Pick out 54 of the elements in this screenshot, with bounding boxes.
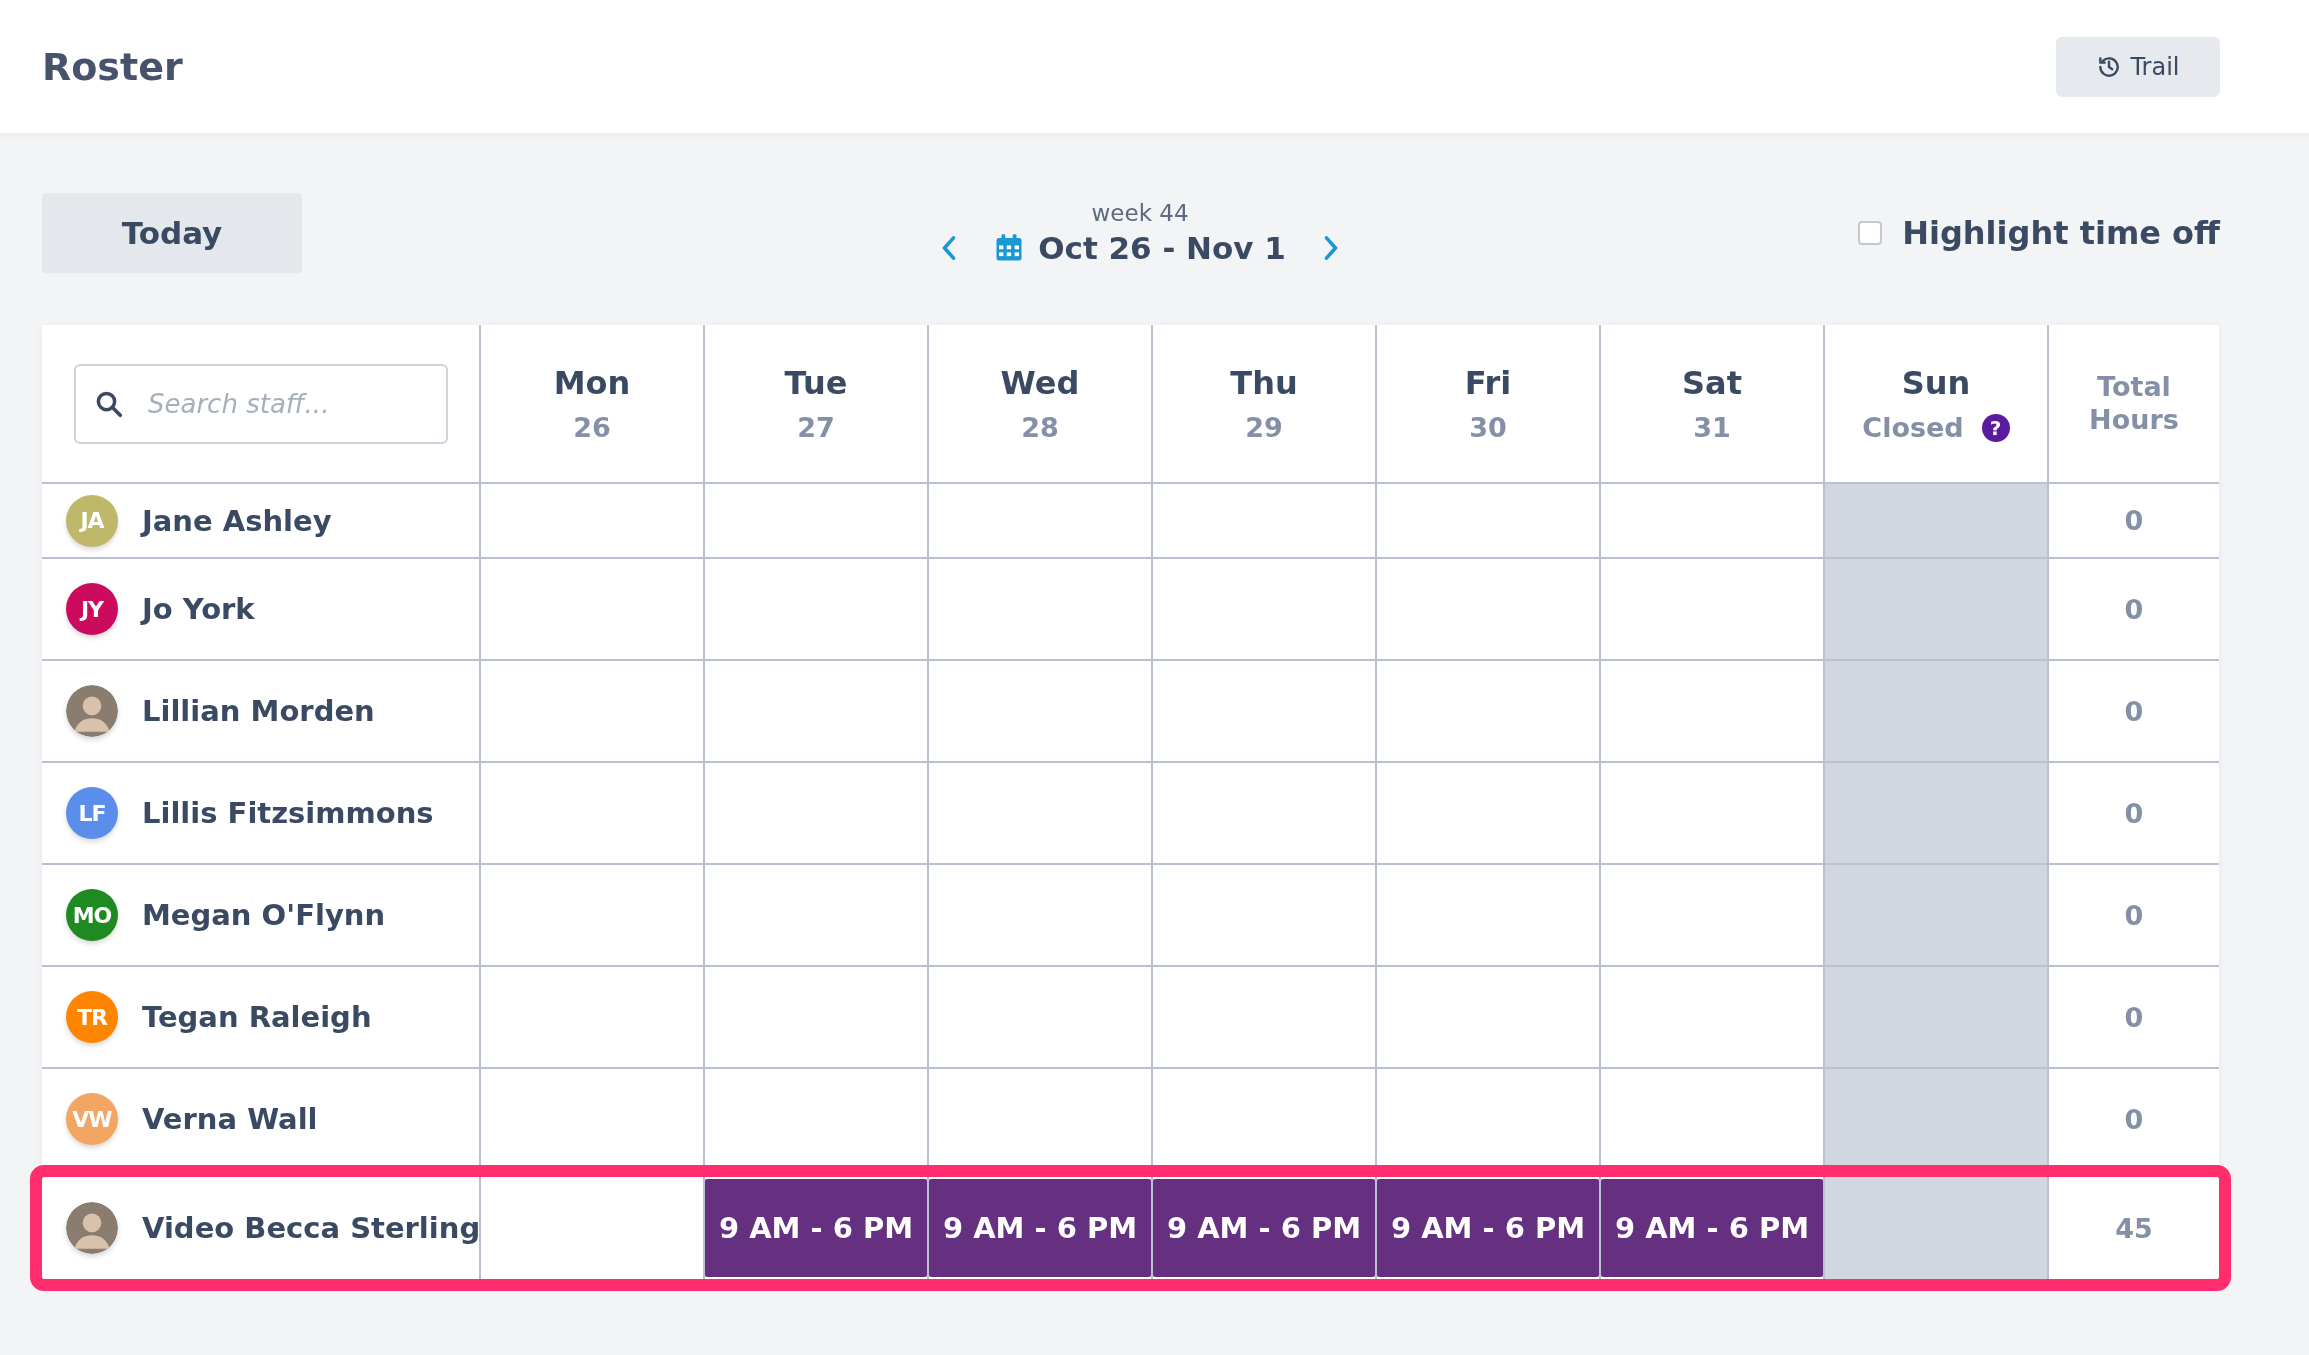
shift-block[interactable]: 9 AM - 6 PM (1601, 1179, 1823, 1277)
avatar: JY (66, 583, 118, 635)
day-name: Thu (1230, 364, 1298, 402)
shift-block[interactable]: 9 AM - 6 PM (1153, 1179, 1375, 1277)
avatar-photo-placeholder (66, 1202, 118, 1254)
shift-block[interactable]: 9 AM - 6 PM (705, 1179, 927, 1277)
total-hours: 0 (2124, 899, 2144, 931)
day-date: 30 (1469, 412, 1507, 443)
day-name: Sun (1901, 364, 1971, 402)
highlight-checkbox[interactable] (1858, 221, 1883, 245)
staff-name[interactable]: Lillian Morden (142, 694, 375, 728)
total-hours: 0 (2124, 1001, 2144, 1033)
highlight-label: Highlight time off (1902, 214, 2220, 252)
shift-block[interactable]: 9 AM - 6 PM (1377, 1179, 1599, 1277)
total-hours: 0 (2124, 505, 2144, 536)
today-button[interactable]: Today (42, 193, 302, 273)
day-date: 29 (1245, 412, 1283, 443)
staff-name[interactable]: Jane Ashley (142, 503, 332, 538)
total-hours: 45 (2115, 1212, 2153, 1244)
staff-name[interactable]: Lillis Fitzsimmons (142, 796, 434, 830)
help-icon[interactable]: ? (1981, 413, 2010, 442)
page-title: Roster (42, 44, 183, 89)
week-label: week 44 (1091, 200, 1189, 226)
day-date: 26 (573, 412, 611, 443)
avatar: JA (66, 494, 118, 547)
staff-name[interactable]: Megan O'Flynn (142, 898, 386, 932)
day-name: Wed (1000, 364, 1080, 402)
day-date: 31 (1693, 412, 1731, 443)
day-name: Tue (784, 364, 848, 402)
total-hours: 0 (2124, 593, 2144, 625)
total-hours: 0 (2124, 695, 2144, 727)
staff-name[interactable]: Jo York (142, 592, 255, 626)
total-hours: 0 (2124, 1103, 2144, 1135)
avatar: TR (66, 991, 118, 1043)
total-hours-heading: Total Hours (2088, 371, 2180, 436)
week-range: Oct 26 - Nov 1 (1038, 230, 1286, 266)
avatar-photo-placeholder (66, 685, 118, 737)
total-hours: 0 (2124, 797, 2144, 829)
calendar-icon (994, 233, 1025, 263)
search-field[interactable]: Search staff... (74, 363, 448, 444)
trail-button[interactable]: Trail (2056, 36, 2220, 97)
day-date: 27 (797, 412, 835, 443)
staff-name[interactable]: Verna Wall (142, 1102, 318, 1136)
day-date: Closed (1862, 412, 1964, 443)
avatar: MO (66, 889, 118, 941)
day-name: Mon (553, 364, 631, 402)
avatar: VW (66, 1093, 118, 1145)
day-name: Fri (1464, 364, 1512, 402)
shift-block[interactable]: 9 AM - 6 PM (929, 1179, 1151, 1277)
staff-name[interactable]: Video Becca Sterling (142, 1211, 481, 1245)
day-name: Sat (1682, 364, 1742, 402)
avatar: LF (66, 787, 118, 839)
day-date: 28 (1021, 412, 1059, 443)
staff-name[interactable]: Tegan Raleigh (142, 1000, 372, 1034)
